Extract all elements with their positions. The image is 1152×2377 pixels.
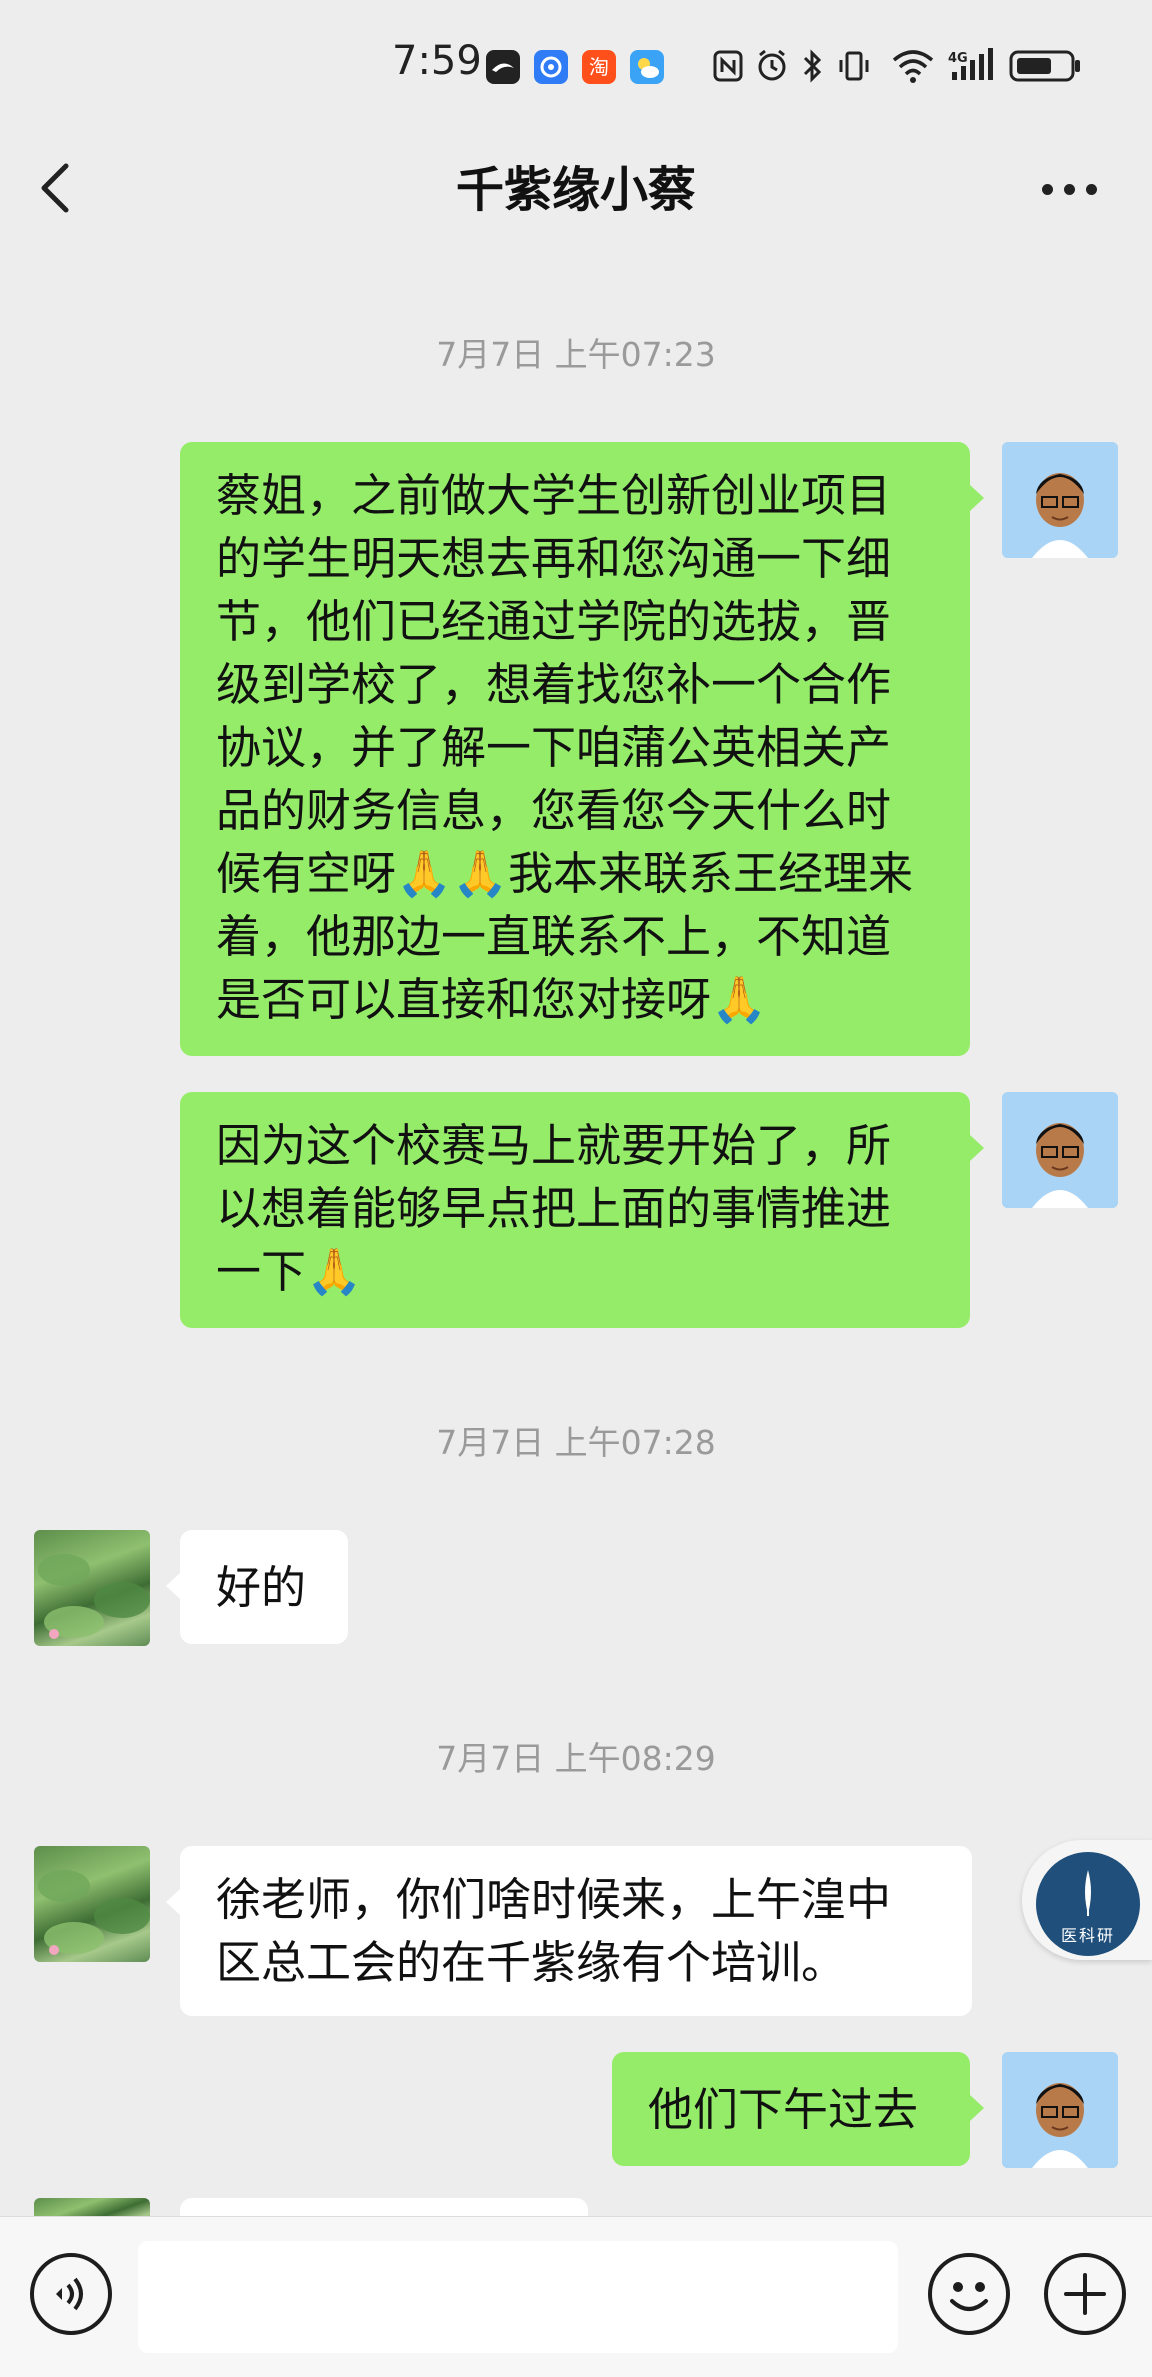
message-line: 的学生明天想去再和您沟通一下细 bbox=[216, 532, 892, 585]
my-avatar[interactable] bbox=[1002, 1092, 1118, 1208]
message-line: 徐老师，你们啥时候来，上午湟中 bbox=[216, 1873, 892, 1926]
bubble-tail bbox=[970, 1135, 984, 1161]
contact-avatar[interactable] bbox=[34, 1530, 150, 1646]
my-avatar[interactable] bbox=[1002, 2052, 1118, 2168]
received-message-bubble[interactable]: 好的 bbox=[180, 1530, 348, 1644]
bluetooth-icon bbox=[800, 46, 824, 86]
taobao-icon: 淘 bbox=[582, 50, 616, 84]
my-avatar[interactable] bbox=[1002, 442, 1118, 558]
floating-badge-label: 医科研 bbox=[1060, 1926, 1115, 1945]
message-line: 他们下午过去 bbox=[648, 2083, 919, 2136]
message-timestamp: 7月7日 上午08:29 bbox=[436, 1739, 716, 1778]
message-timestamp: 7月7日 上午07:23 bbox=[436, 335, 716, 374]
message-line: 区总工会的在千紫缘有个培训。 bbox=[216, 1936, 847, 1989]
bubble-tail bbox=[166, 1573, 180, 1599]
medical-research-logo: 医科研 bbox=[1036, 1852, 1140, 1956]
bubble-tail bbox=[970, 2095, 984, 2121]
status-time: 7:59 bbox=[392, 38, 482, 84]
message-line: 因为这个校赛马上就要开始了，所 bbox=[216, 1119, 892, 1172]
more-options-icon[interactable] bbox=[1042, 184, 1098, 196]
floating-app-badge[interactable]: 医科研 bbox=[1022, 1840, 1152, 1960]
message-line: 好的 bbox=[216, 1561, 307, 1614]
svg-text:淘: 淘 bbox=[589, 55, 609, 79]
sent-message-bubble[interactable]: 因为这个校赛马上就要开始了，所 以想着能够早点把上面的事情推进 一下🙏 bbox=[180, 1092, 970, 1328]
sent-message-bubble[interactable]: 蔡姐，之前做大学生创新创业项目 的学生明天想去再和您沟通一下细 节，他们已经通过… bbox=[180, 442, 970, 1056]
bubble-tail bbox=[166, 1889, 180, 1915]
add-more-icon[interactable] bbox=[1044, 2253, 1126, 2335]
chat-input-bar bbox=[0, 2216, 1152, 2377]
message-line: 着，他那边一直联系不上，不知道 bbox=[216, 910, 892, 963]
contact-avatar[interactable] bbox=[34, 1846, 150, 1962]
alarm-icon bbox=[754, 46, 790, 86]
message-line: 是否可以直接和您对接呀🙏 bbox=[216, 973, 768, 1026]
message-input[interactable] bbox=[138, 2241, 898, 2353]
battery-icon bbox=[1008, 46, 1084, 86]
sent-message-bubble[interactable]: 他们下午过去 bbox=[612, 2052, 970, 2166]
message-line: 以想着能够早点把上面的事情推进 bbox=[216, 1182, 892, 1235]
message-line: 蔡姐，之前做大学生创新创业项目 bbox=[216, 469, 892, 522]
vibrate-icon bbox=[836, 46, 872, 86]
bubble-tail bbox=[970, 485, 984, 511]
weather-icon bbox=[630, 50, 664, 84]
emoji-icon[interactable] bbox=[928, 2253, 1010, 2335]
message-line: 一下🙏 bbox=[216, 1245, 363, 1298]
signal-4g-icon: 4G bbox=[946, 46, 1002, 86]
message-line: 品的财务信息，您看您今天什么时 bbox=[216, 784, 892, 837]
chat-title: 千紫缘小蔡 bbox=[455, 162, 696, 218]
message-line: 协议，并了解一下咱蒲公英相关产 bbox=[216, 721, 892, 774]
network-label: 4G bbox=[948, 51, 968, 66]
bird-app-icon bbox=[486, 50, 520, 84]
message-line: 节，他们已经通过学院的选拔，晋 bbox=[216, 595, 892, 648]
wifi-icon bbox=[890, 46, 936, 86]
status-bar: 7:59 淘 4G bbox=[0, 0, 1152, 130]
message-line: 级到学校了，想着找您补一个合作 bbox=[216, 658, 892, 711]
received-message-bubble[interactable]: 徐老师，你们啥时候来，上午湟中 区总工会的在千紫缘有个培训。 bbox=[180, 1846, 972, 2016]
message-timestamp: 7月7日 上午07:28 bbox=[436, 1423, 716, 1462]
browser-icon bbox=[534, 50, 568, 84]
nfc-icon bbox=[712, 46, 744, 86]
message-line: 候有空呀🙏🙏我本来联系王经理来 bbox=[216, 847, 914, 900]
voice-input-icon[interactable] bbox=[30, 2253, 112, 2335]
